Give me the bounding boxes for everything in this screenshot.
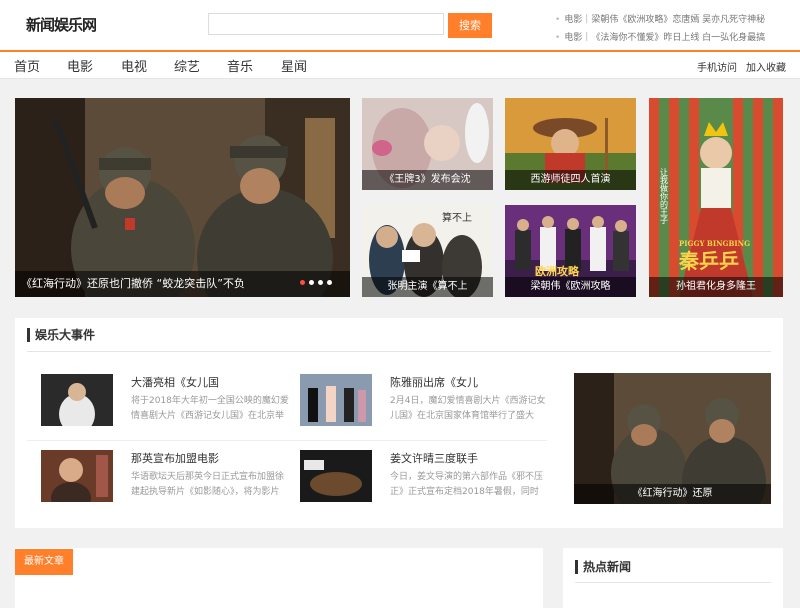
poster-sub-text: PIGGY BINGBING	[679, 239, 750, 248]
poster-title-text: 秦乒乒	[678, 249, 739, 273]
divider	[27, 440, 547, 441]
section-title: 热点新闻	[575, 560, 631, 574]
feature-tile[interactable]: 算不上 张明主演《算不上	[362, 205, 493, 297]
news-title[interactable]: 那英宣布加盟电影	[131, 450, 219, 466]
divider	[27, 351, 771, 352]
news-title[interactable]: 姜文许晴三度联手	[390, 450, 478, 466]
headline-link[interactable]: 电影｜《法海你不懂爱》昨日上线 白一弘化身最搞	[555, 30, 765, 43]
feature-tile[interactable]: 《王牌3》发布会沈	[362, 98, 493, 190]
tile-image: 让我做你的王子 PIGGY BINGBING 秦乒乒	[649, 98, 783, 297]
news-thumb[interactable]	[300, 374, 372, 426]
tile-caption[interactable]: 张明主演《算不上	[362, 277, 493, 297]
latest-articles-panel	[15, 548, 543, 608]
tab-latest-articles[interactable]: 最新文章	[15, 549, 73, 575]
news-item[interactable]: 大潘亮相《女儿国 将于2018年大年初一全国公映的魔幻爱情喜剧大片《西游记女儿国…	[41, 374, 291, 444]
news-thumb[interactable]	[300, 450, 372, 502]
headline-link[interactable]: 电影｜梁朝伟《欧洲攻略》恋唐嫣 吴亦凡死守神秘	[555, 12, 765, 25]
news-desc: 今日，姜文导演的第六部作品《邪不压正》正式宣布定档2018年暑假，同时	[390, 472, 544, 497]
news-item[interactable]: 陈雅丽出席《女儿 2月4日，魔幻爱情喜剧大片《西游记女儿国》在北京国家体育馆举行…	[300, 374, 550, 444]
divider	[575, 582, 771, 583]
nav-item-variety[interactable]: 综艺	[174, 56, 200, 75]
nav-item-tv[interactable]: 电视	[121, 56, 147, 75]
tile-caption[interactable]: 孙祖君化身多隆王	[649, 277, 783, 297]
feature-tile[interactable]: 让我做你的王子 PIGGY BINGBING 秦乒乒 孙祖君化身多隆王	[649, 98, 783, 297]
site-logo[interactable]: 新闻娱乐网	[26, 14, 97, 35]
news-title[interactable]: 大潘亮相《女儿国	[131, 374, 219, 390]
header: 新闻娱乐网 搜索 电影｜梁朝伟《欧洲攻略》恋唐嫣 吴亦凡死守神秘 电影｜《法海你…	[0, 0, 800, 52]
add-favorite-link[interactable]: 加入收藏	[746, 59, 786, 74]
news-item[interactable]: 那英宣布加盟电影 华语歌坛天后那英今日正式宣布加盟徐建起执导新片《如影随心》，将…	[41, 450, 291, 520]
feature-tile[interactable]: 欧洲攻略 梁朝伟《欧洲攻略	[505, 205, 636, 297]
tile-caption[interactable]: 梁朝伟《欧洲攻略	[505, 277, 636, 297]
nav-item-star[interactable]: 星闻	[281, 56, 307, 75]
news-desc: 将于2018年大年初一全国公映的魔幻爱情喜剧大片《西游记女儿国》在北京举	[131, 396, 289, 421]
movie-board-text: 算不上	[442, 211, 472, 224]
feature-tile[interactable]: 《红海行动》还原	[574, 373, 771, 504]
news-desc: 华语歌坛天后那英今日正式宣布加盟徐建起执导新片《如影随心》，将为影片	[131, 472, 285, 497]
news-item[interactable]: 姜文许晴三度联手 今日，姜文导演的第六部作品《邪不压正》正式宣布定档2018年暑…	[300, 450, 550, 520]
tile-caption[interactable]: 西游师徒四人首演	[505, 170, 636, 190]
news-title[interactable]: 陈雅丽出席《女儿	[390, 374, 478, 390]
mobile-visit-link[interactable]: 手机访问	[697, 59, 737, 74]
search-button[interactable]: 搜索	[448, 13, 492, 38]
search-input[interactable]	[208, 13, 444, 35]
slider-dot[interactable]	[327, 280, 332, 285]
feature-tile[interactable]: 西游师徒四人首演	[505, 98, 636, 190]
slider-dots	[296, 270, 332, 289]
hero-slider[interactable]: 《红海行动》还原也门撤侨 “蛟龙突击队”不负	[15, 98, 350, 297]
slider-dot[interactable]	[318, 280, 323, 285]
news-thumb[interactable]	[41, 450, 113, 502]
hero-image	[15, 98, 350, 297]
section-title: 娱乐大事件	[27, 328, 95, 342]
nav-item-home[interactable]: 首页	[14, 56, 40, 75]
poster-vertical-text: 让我做你的王子	[660, 167, 669, 224]
news-thumb[interactable]	[41, 374, 113, 426]
slider-dot[interactable]	[300, 280, 305, 285]
nav-item-music[interactable]: 音乐	[227, 56, 253, 75]
slider-dot[interactable]	[309, 280, 314, 285]
main-nav: 首页 电影 电视 综艺 音乐 星闻 手机访问 加入收藏	[0, 52, 800, 79]
tile-caption[interactable]: 《王牌3》发布会沈	[362, 170, 493, 190]
tile-caption[interactable]: 《红海行动》还原	[574, 484, 771, 504]
events-panel: 娱乐大事件 大潘亮相《女儿国 将于2018年大年初一全国公映的魔幻爱情喜剧大片《…	[15, 318, 783, 528]
europe-logo-text: 欧洲攻略	[535, 264, 580, 278]
news-desc: 2月4日，魔幻爱情喜剧大片《西游记女儿国》在北京国家体育馆举行了盛大	[390, 396, 546, 421]
hot-news-panel: 热点新闻	[563, 548, 783, 608]
nav-item-movie[interactable]: 电影	[67, 56, 93, 75]
